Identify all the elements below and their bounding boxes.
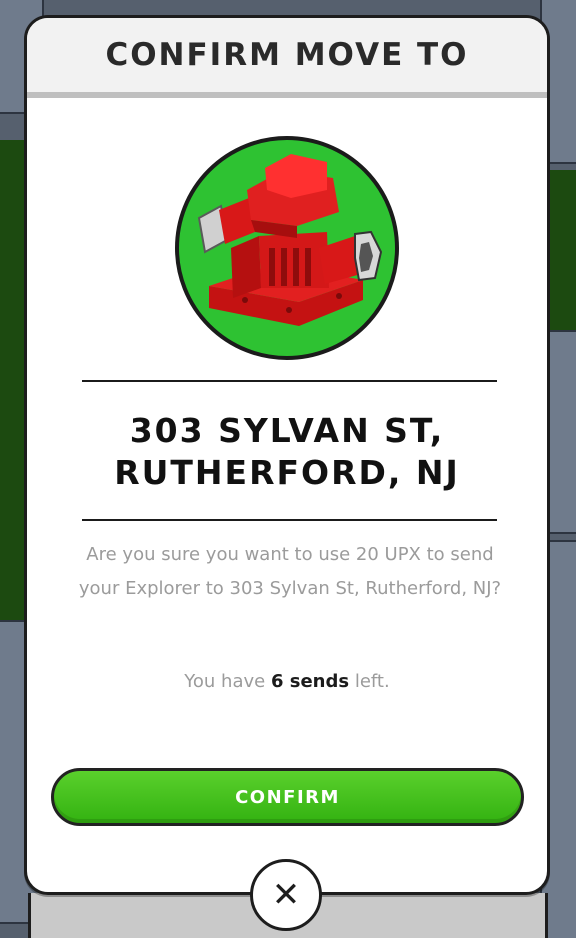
confirm-move-modal: CONFIRM MOVE TO 303 SYLVAN ST, RUTHERFOR… <box>24 15 550 895</box>
sends-count: 6 sends <box>270 671 350 692</box>
address-line-1: 303 SYLVAN ST, <box>129 411 445 450</box>
divider-bottom <box>82 519 497 521</box>
divider-top <box>82 380 497 382</box>
confirm-message: Are you sure you want to use 20 UPX to s… <box>78 544 502 599</box>
sends-suffix: left. <box>354 671 390 692</box>
map-park <box>548 170 576 330</box>
modal-title: CONFIRM MOVE TO <box>105 37 469 73</box>
address-line-2: RUTHERFORD, NJ <box>114 453 460 492</box>
confirm-button[interactable]: CONFIRM <box>51 768 524 826</box>
fire-hydrant-icon <box>175 136 399 360</box>
destination-address: 303 SYLVAN ST, RUTHERFORD, NJ <box>27 410 547 494</box>
sends-remaining: You have 6 sends left. <box>27 671 547 692</box>
sends-prefix: You have <box>184 671 266 692</box>
close-icon: ✕ <box>271 875 301 915</box>
close-button[interactable]: ✕ <box>250 859 322 931</box>
modal-header: CONFIRM MOVE TO <box>27 18 547 98</box>
